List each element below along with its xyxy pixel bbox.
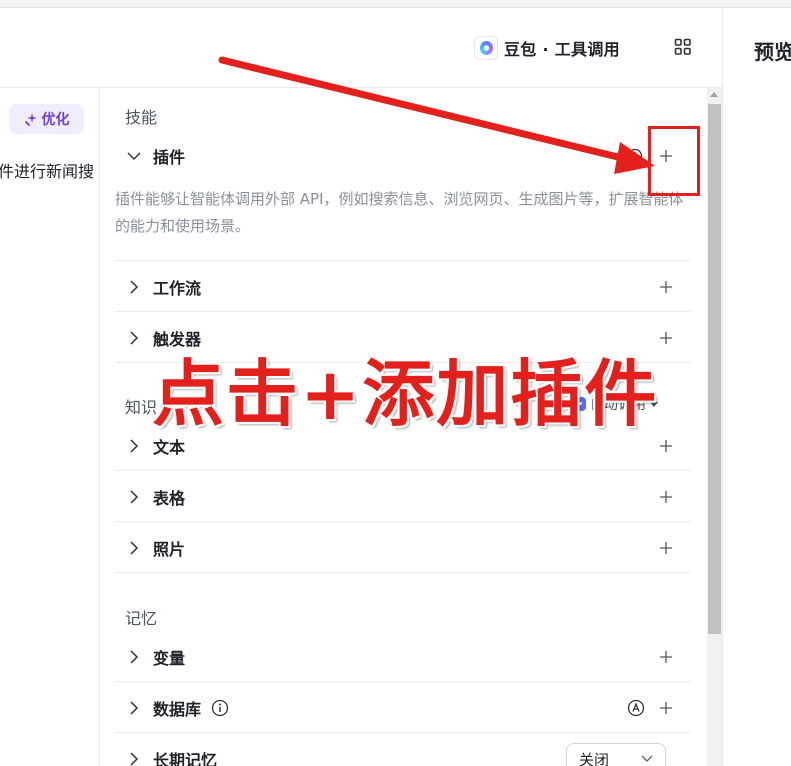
- scrollbar[interactable]: [707, 88, 722, 766]
- prompt-text[interactable]: 件进行新闻搜: [0, 158, 94, 182]
- long-term-memory-value: 关闭: [579, 750, 610, 766]
- sparkle-icon: [24, 113, 37, 126]
- scroll-thumb[interactable]: [708, 104, 721, 634]
- add-photo-icon[interactable]: [659, 541, 673, 555]
- database-row[interactable]: 数据库: [115, 683, 691, 733]
- auto-mode-icon[interactable]: [627, 699, 645, 717]
- skills-section-title: 技能: [125, 108, 158, 127]
- model-name: 豆包 · 工具调用: [504, 40, 620, 59]
- table-row[interactable]: 表格: [115, 472, 691, 522]
- long-term-memory-row[interactable]: 长期记忆 关闭: [115, 734, 691, 766]
- header-bar: 豆包 · 工具调用: [0, 8, 722, 88]
- chevron-right-icon[interactable]: [127, 649, 141, 664]
- divider: [115, 260, 691, 261]
- optimize-label: 优化: [41, 112, 70, 128]
- workflow-label: 工作流: [153, 278, 202, 298]
- model-selector[interactable]: 豆包 · 工具调用: [472, 34, 626, 62]
- preview-panel: 预览: [722, 8, 791, 766]
- variables-row[interactable]: 变量: [115, 632, 691, 682]
- plugins-row[interactable]: 插件: [115, 131, 691, 181]
- memory-section-title: 记忆: [125, 609, 158, 628]
- chevron-right-icon[interactable]: [127, 489, 141, 504]
- chevron-right-icon[interactable]: [127, 330, 141, 345]
- plugins-description: 插件能够让智能体调用外部 API，例如搜索信息、浏览网页、生成图片等，扩展智能体…: [115, 190, 684, 235]
- photo-row[interactable]: 照片: [115, 523, 691, 573]
- doubao-logo-icon: [474, 36, 498, 60]
- grid-icon[interactable]: [674, 38, 692, 56]
- chevron-down-icon: [641, 755, 653, 762]
- chevron-down-icon[interactable]: [127, 149, 141, 163]
- add-database-icon[interactable]: [659, 701, 673, 715]
- annotation-text: 点击+添加插件: [152, 351, 659, 436]
- add-table-icon[interactable]: [659, 490, 673, 504]
- add-variable-icon[interactable]: [659, 650, 673, 664]
- chevron-right-icon[interactable]: [127, 540, 141, 555]
- chevron-right-icon[interactable]: [127, 752, 141, 766]
- database-label: 数据库: [153, 699, 202, 719]
- workflow-row[interactable]: 工作流: [115, 262, 691, 312]
- highlight-box: [648, 126, 700, 196]
- info-icon[interactable]: [211, 699, 229, 717]
- top-strip: [0, 0, 791, 8]
- chevron-right-icon[interactable]: [127, 279, 141, 294]
- table-label: 表格: [153, 488, 186, 508]
- add-workflow-icon[interactable]: [659, 280, 673, 294]
- preview-title: 预览: [754, 40, 791, 64]
- long-term-memory-label: 长期记忆: [153, 751, 218, 766]
- chevron-right-icon[interactable]: [127, 700, 141, 715]
- chevron-right-icon[interactable]: [127, 438, 141, 453]
- optimize-button[interactable]: 优化: [9, 104, 84, 134]
- plugins-label: 插件: [153, 148, 186, 167]
- add-trigger-icon[interactable]: [659, 331, 673, 345]
- add-text-icon[interactable]: [659, 439, 673, 453]
- prompt-column: 优化 件进行新闻搜: [0, 88, 100, 766]
- clock-icon[interactable]: [627, 148, 643, 164]
- photo-label: 照片: [153, 539, 186, 559]
- variables-label: 变量: [153, 648, 186, 668]
- scroll-up-arrow-icon[interactable]: [710, 92, 718, 97]
- long-term-memory-select[interactable]: 关闭: [566, 743, 666, 766]
